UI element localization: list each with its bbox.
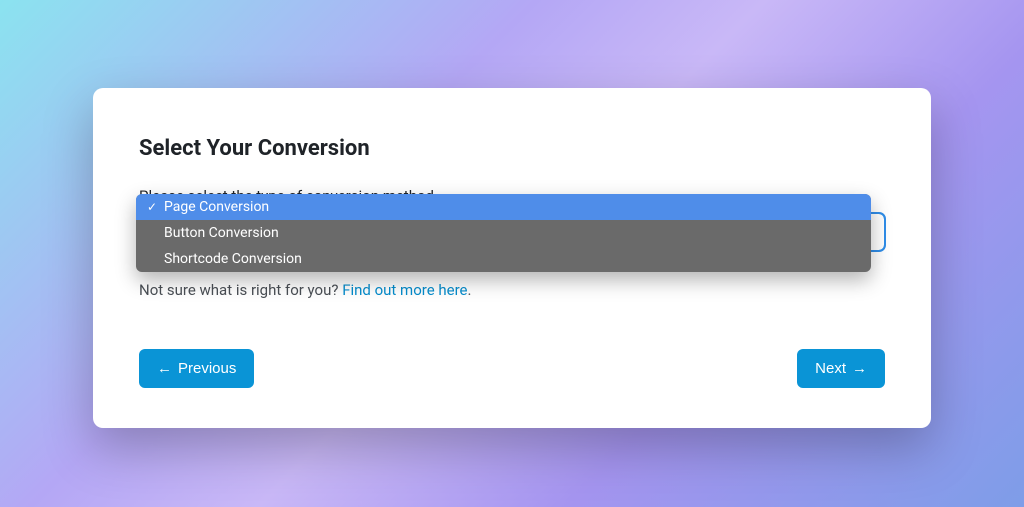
dropdown-option-label: Button Conversion xyxy=(164,225,861,241)
conversion-dropdown[interactable]: ✓ Page Conversion ✓ Button Conversion ✓ … xyxy=(136,194,871,272)
dropdown-option-button-conversion[interactable]: ✓ Button Conversion xyxy=(136,220,871,246)
previous-button[interactable]: ← Previous xyxy=(139,349,254,388)
hint-prefix: Not sure what is right for you? xyxy=(139,281,342,299)
find-out-more-link[interactable]: Find out more here xyxy=(342,281,467,299)
check-icon: ✓ xyxy=(144,200,160,214)
arrow-left-icon: ← xyxy=(157,361,172,376)
hint-suffix: . xyxy=(467,281,471,299)
dropdown-option-label: Page Conversion xyxy=(164,199,861,215)
dropdown-option-shortcode-conversion[interactable]: ✓ Shortcode Conversion xyxy=(136,246,871,272)
next-label: Next xyxy=(815,360,846,377)
wizard-footer: ← Previous Next → xyxy=(139,349,885,388)
wizard-card: Select Your Conversion Please select the… xyxy=(93,88,931,428)
arrow-right-icon: → xyxy=(852,361,867,376)
previous-label: Previous xyxy=(178,360,236,377)
next-button[interactable]: Next → xyxy=(797,349,885,388)
dropdown-option-label: Shortcode Conversion xyxy=(164,251,861,267)
hint-text: Not sure what is right for you? Find out… xyxy=(139,281,885,299)
dropdown-option-page-conversion[interactable]: ✓ Page Conversion xyxy=(136,194,871,220)
page-title: Select Your Conversion xyxy=(139,136,885,161)
